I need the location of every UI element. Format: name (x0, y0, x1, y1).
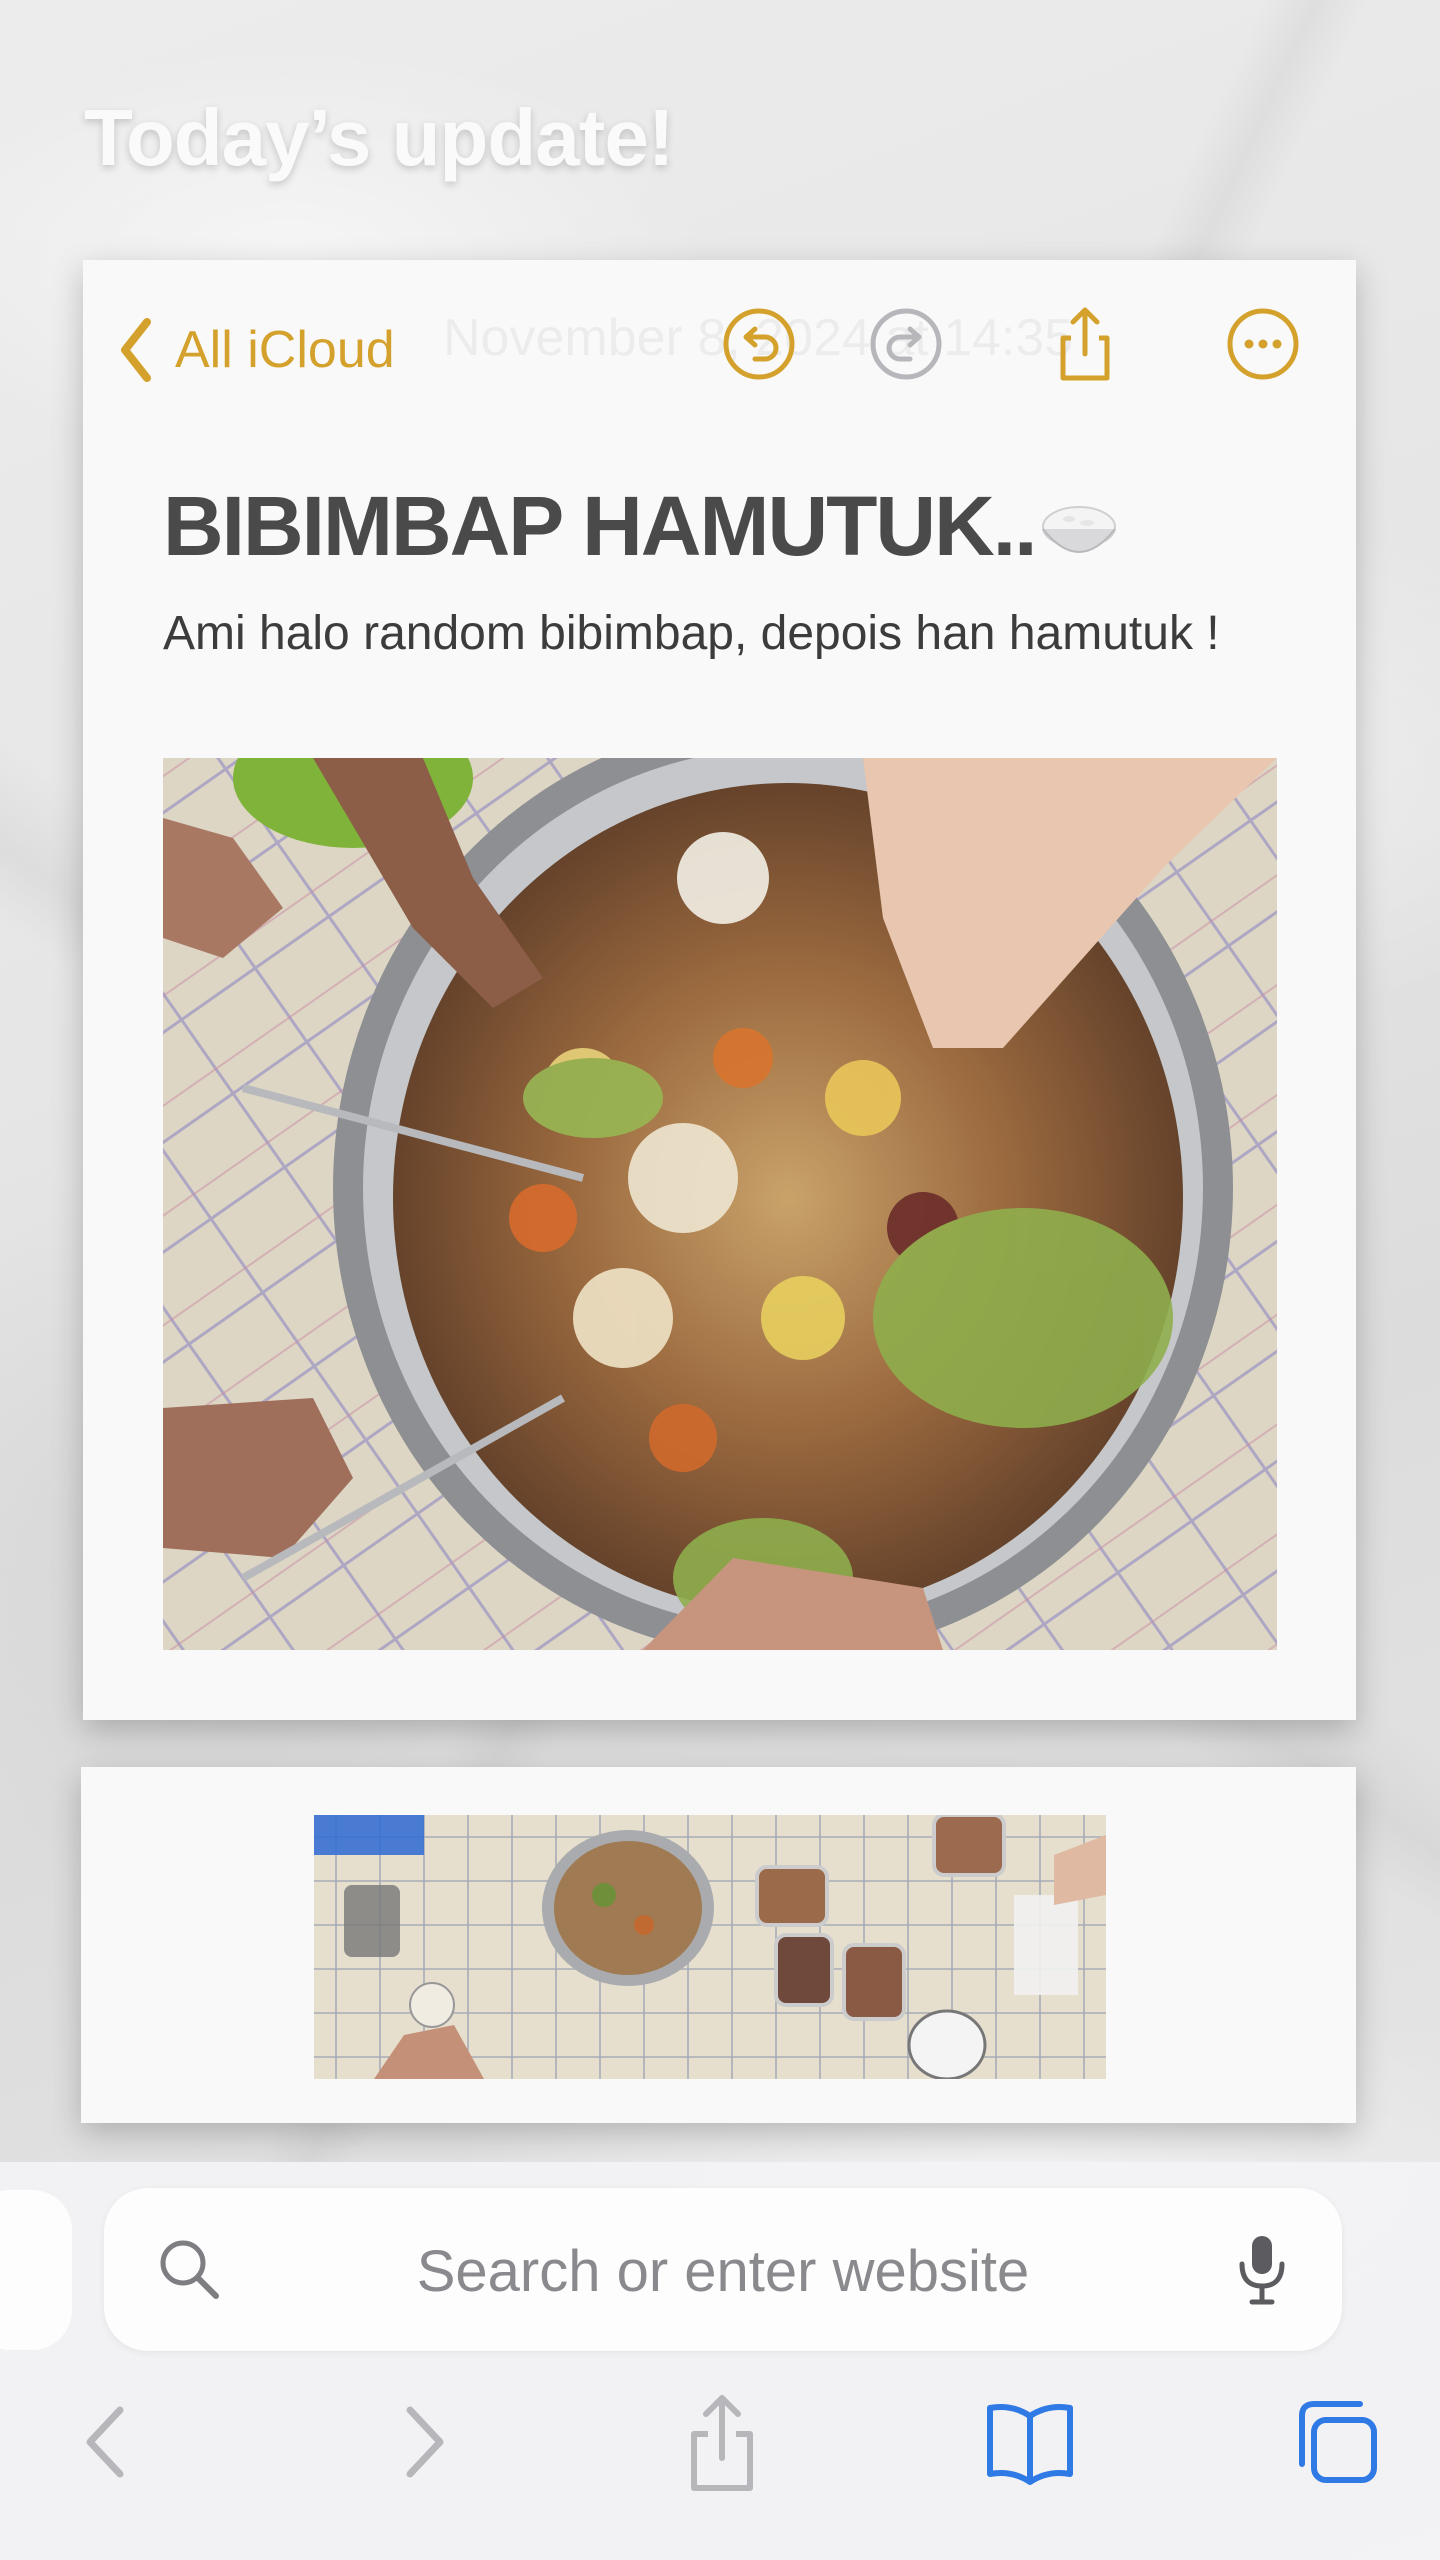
bibimbap-mixing-photo (163, 758, 1277, 1650)
tabs-icon[interactable] (1290, 2392, 1386, 2492)
back-icon[interactable] (60, 2392, 156, 2492)
note-title: BIBIMBAP HAMUTUK.. (163, 478, 1119, 575)
address-bar[interactable]: Search or enter website (104, 2188, 1342, 2351)
back-button[interactable]: All iCloud (111, 310, 395, 390)
back-label: All iCloud (175, 321, 395, 379)
share-icon[interactable] (674, 2392, 770, 2492)
more-icon[interactable] (1223, 304, 1303, 384)
second-photo-card (81, 1767, 1356, 2123)
table-overhead-photo (314, 1815, 1106, 2079)
microphone-icon[interactable] (1234, 2232, 1290, 2308)
share-icon[interactable] (1045, 304, 1125, 384)
undo-icon[interactable] (719, 304, 799, 384)
search-placeholder: Search or enter website (416, 2239, 1030, 2304)
note-title-text: BIBIMBAP HAMUTUK.. (163, 479, 1037, 573)
note-body: Ami halo random bibimbap, depois han ham… (163, 607, 1220, 660)
forward-icon[interactable] (374, 2392, 470, 2492)
previous-tab-peek[interactable] (0, 2190, 72, 2350)
note-toolbar: All iCloud November 8, 2024 at 14:35 (83, 260, 1356, 420)
rice-bowl-icon (1042, 505, 1117, 553)
chevron-left-icon (121, 318, 151, 382)
page-headline: Today’s update! (84, 93, 674, 182)
redo-icon[interactable] (866, 304, 946, 384)
note-card: All iCloud November 8, 2024 at 14:35 BIB… (83, 260, 1356, 1720)
bookmarks-icon[interactable] (982, 2392, 1078, 2492)
